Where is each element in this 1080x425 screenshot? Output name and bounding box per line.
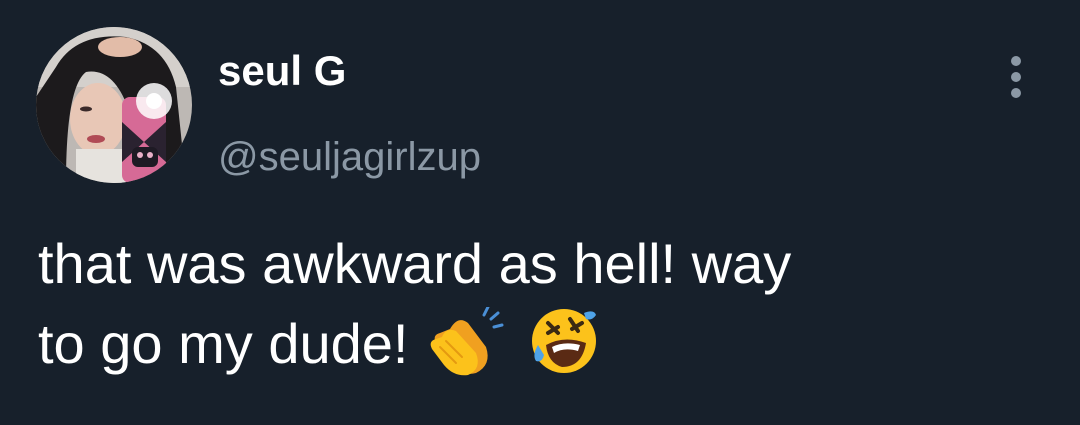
rolling-on-floor-laughing-emoji-icon — [528, 305, 600, 398]
more-dot — [1011, 88, 1021, 98]
more-dot — [1011, 56, 1021, 66]
user-handle[interactable]: @seuljagirlzup — [218, 134, 481, 180]
tweet-text-fragment: to go my dude! — [38, 312, 409, 375]
tweet-body: that was awkward as hell! way to go my d… — [38, 224, 1038, 398]
tweet-text-line-2: to go my dude! — [38, 304, 1038, 398]
user-avatar[interactable] — [36, 27, 192, 183]
clapping-hands-emoji-icon — [428, 305, 508, 398]
user-display-name[interactable]: seul G — [218, 47, 346, 95]
more-options-icon[interactable] — [996, 52, 1040, 102]
more-dot — [1011, 72, 1021, 82]
tweet-card: seul G @seuljagirlzup that was awkward a… — [0, 0, 1080, 425]
tweet-text-line: that was awkward as hell! way — [38, 232, 792, 295]
